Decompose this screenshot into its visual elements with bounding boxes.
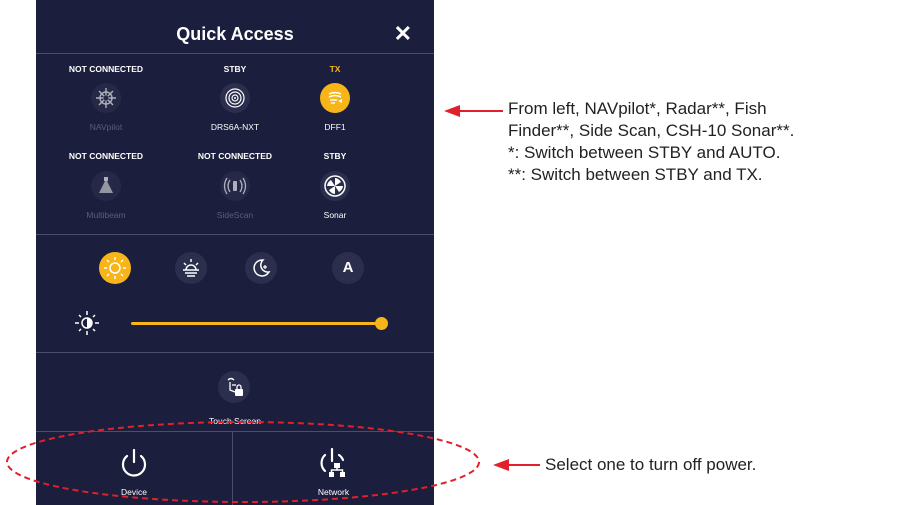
power-callout-ellipse — [6, 105, 540, 503]
annotation-line: From left, NAVpilot*, Radar**, Fish — [508, 99, 767, 118]
annotation-line: Finder**, Side Scan, CSH-10 Sonar**. — [508, 121, 795, 140]
annotation-line: *: Switch between STBY and AUTO. — [508, 143, 781, 162]
devices-annotation: From left, NAVpilot*, Radar**, Fish Find… — [508, 98, 908, 186]
annotation-line: **: Switch between STBY and TX. — [508, 165, 763, 184]
power-annotation: Select one to turn off power. — [545, 455, 757, 474]
